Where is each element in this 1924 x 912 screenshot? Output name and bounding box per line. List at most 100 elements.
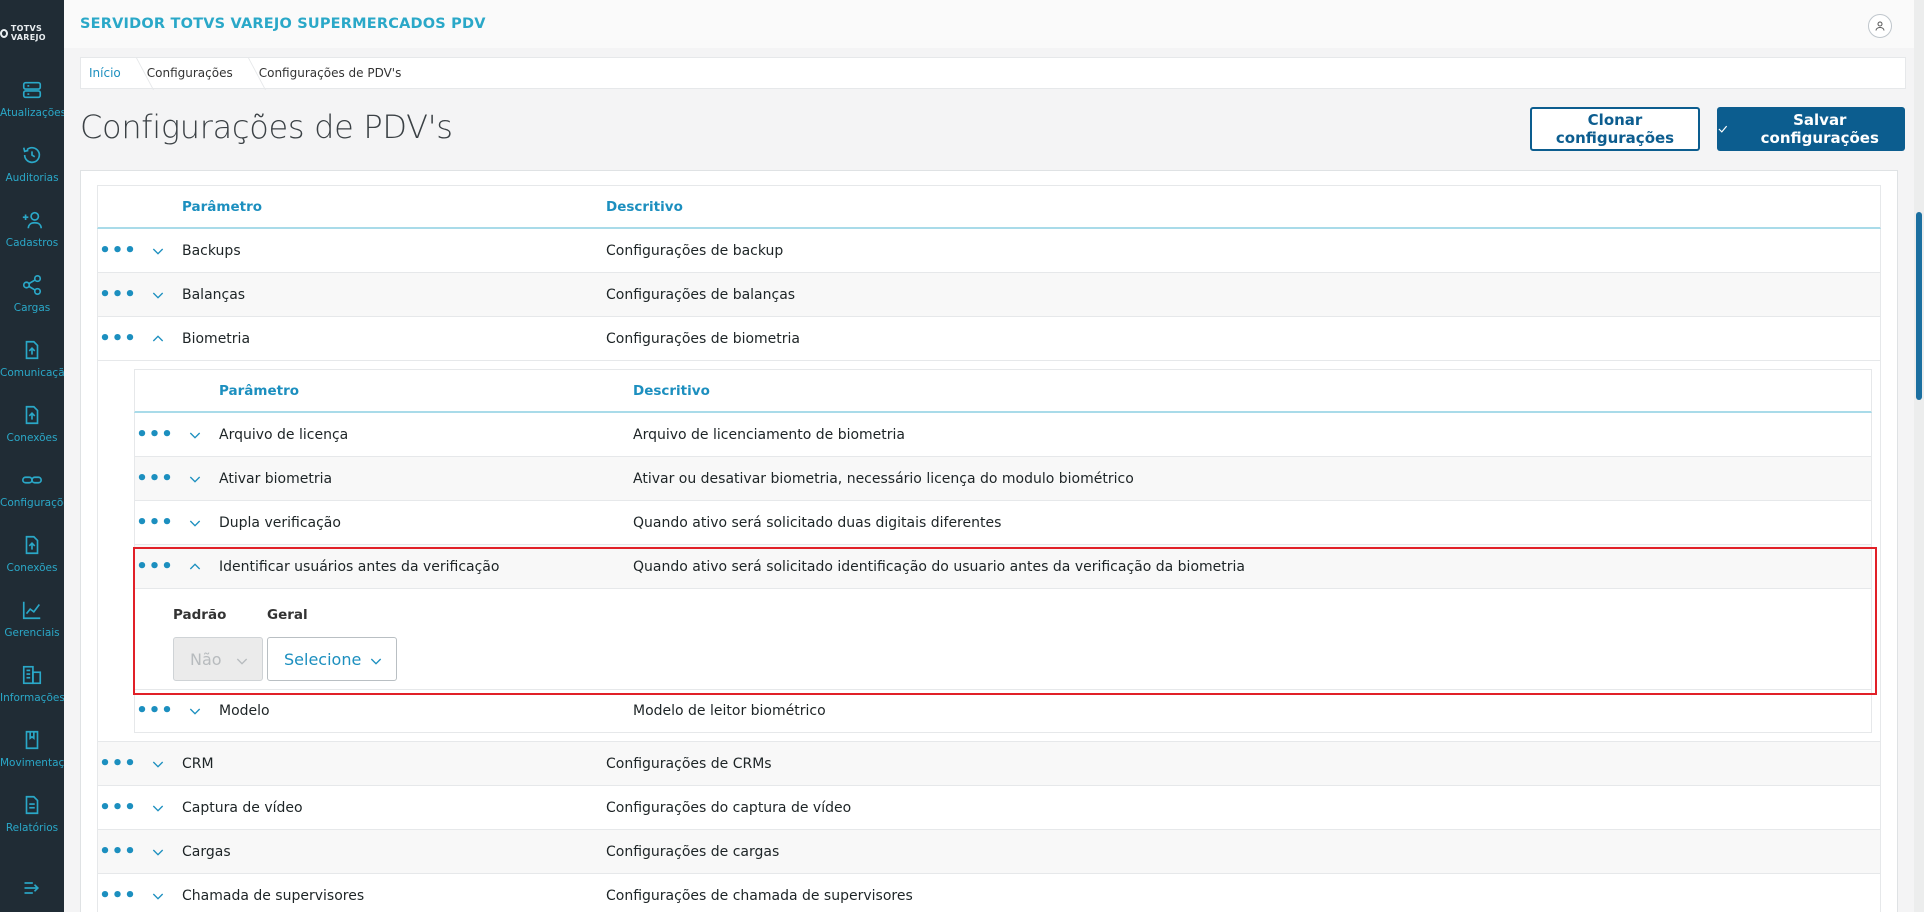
collapse-menu-button[interactable] bbox=[0, 878, 64, 898]
document-icon bbox=[25, 795, 39, 814]
row-actions-icon[interactable]: ••• bbox=[99, 285, 137, 303]
sidebar-item-label: Auditorias bbox=[5, 171, 59, 184]
nested-row-arquivo-licenca[interactable]: ••• Arquivo de licença Arquivo de licenc… bbox=[134, 413, 1872, 457]
row-actions-icon[interactable]: ••• bbox=[99, 886, 137, 904]
sidebar-item-atualizacoes[interactable]: Atualizações bbox=[0, 66, 64, 131]
biometria-nested-panel: Parâmetro Descritivo ••• Arquivo de lice… bbox=[97, 361, 1881, 742]
sidebar-item-relatorios[interactable]: Relatórios bbox=[0, 781, 64, 846]
upload-file-icon bbox=[25, 535, 39, 554]
nested-row-ativar-biometria[interactable]: ••• Ativar biometria Ativar ou desativar… bbox=[134, 457, 1872, 501]
share-icon bbox=[22, 274, 42, 295]
sidebar-item-label: Conexões bbox=[6, 561, 58, 574]
scrollbar-thumb[interactable] bbox=[1916, 212, 1922, 400]
row-actions-icon[interactable]: ••• bbox=[99, 329, 137, 347]
sidebar-item-auditorias[interactable]: Auditorias bbox=[0, 131, 64, 196]
chevron-down-icon[interactable] bbox=[150, 243, 166, 259]
table-row-chamada-supervisores[interactable]: ••• Chamada de supervisores Configuraçõe… bbox=[97, 874, 1881, 912]
upload-file-icon bbox=[25, 405, 39, 424]
row-param: Biometria bbox=[182, 330, 251, 347]
chevron-down-icon bbox=[370, 658, 382, 665]
table-row-captura-video[interactable]: ••• Captura de vídeo Configurações do ca… bbox=[97, 786, 1881, 830]
row-desc: Quando ativo será solicitado identificaç… bbox=[633, 558, 1245, 575]
row-desc: Configurações de chamada de supervisores bbox=[606, 887, 913, 904]
chevron-down-icon[interactable] bbox=[187, 703, 203, 719]
book-icon bbox=[25, 730, 39, 749]
default-label: Padrão bbox=[173, 607, 227, 623]
sidebar-item-comunicacao[interactable]: Comunicação bbox=[0, 326, 64, 391]
sidebar-item-label: Gerenciais bbox=[4, 626, 60, 639]
general-label: Geral bbox=[267, 607, 308, 623]
table-row-backups[interactable]: ••• Backups Configurações de backup bbox=[97, 229, 1881, 273]
sidebar-item-gerenciais[interactable]: Gerenciais bbox=[0, 586, 64, 651]
nested-row-modelo[interactable]: ••• Modelo Modelo de leitor biométrico bbox=[134, 689, 1872, 733]
sidebar-item-configuracoes[interactable]: Configurações bbox=[0, 456, 64, 521]
row-actions-icon[interactable]: ••• bbox=[136, 469, 174, 487]
sidebar-item-cargas[interactable]: Cargas bbox=[0, 261, 64, 326]
breadcrumb-configuracoes[interactable]: Configurações bbox=[139, 58, 251, 88]
row-param: Cargas bbox=[182, 843, 231, 860]
row-desc: Arquivo de licenciamento de biometria bbox=[633, 426, 906, 443]
row-desc: Quando ativo será solicitado duas digita… bbox=[633, 514, 1002, 531]
row-desc: Configurações de CRMs bbox=[606, 755, 772, 772]
sidebar-item-label: Conexões bbox=[6, 431, 58, 444]
row-param: Arquivo de licença bbox=[219, 426, 349, 443]
chevron-down-icon[interactable] bbox=[187, 515, 203, 531]
row-actions-icon[interactable]: ••• bbox=[136, 702, 174, 720]
chevron-up-icon[interactable] bbox=[187, 559, 203, 575]
column-header-desc[interactable]: Descritivo bbox=[606, 199, 1880, 215]
chevron-down-icon[interactable] bbox=[150, 756, 166, 772]
row-actions-icon[interactable]: ••• bbox=[99, 798, 137, 816]
user-profile-button[interactable] bbox=[1868, 14, 1892, 38]
nested-column-header-desc[interactable]: Descritivo bbox=[633, 383, 1871, 399]
row-param: Captura de vídeo bbox=[182, 799, 303, 816]
sidebar-item-conexoes[interactable]: Conexões bbox=[0, 391, 64, 456]
chevron-down-icon[interactable] bbox=[150, 844, 166, 860]
sidebar-item-label: Cadastros bbox=[5, 236, 59, 249]
sidebar-item-conexoes-2[interactable]: Conexões bbox=[0, 521, 64, 586]
chevron-up-icon[interactable] bbox=[150, 331, 166, 347]
chevron-down-icon[interactable] bbox=[150, 800, 166, 816]
chevron-down-icon[interactable] bbox=[150, 287, 166, 303]
save-configurations-button[interactable]: Salvar configurações bbox=[1717, 107, 1905, 151]
row-desc: Modelo de leitor biométrico bbox=[633, 703, 826, 719]
user-icon bbox=[1875, 21, 1885, 31]
sidebar-item-informacoes[interactable]: Informações bbox=[0, 651, 64, 716]
sidebar-item-cadastros[interactable]: Cadastros bbox=[0, 196, 64, 261]
row-actions-icon[interactable]: ••• bbox=[136, 557, 174, 575]
collapse-menu-icon bbox=[24, 882, 40, 894]
history-icon bbox=[22, 146, 41, 163]
sidebar-item-movimentacoes[interactable]: Movimentações bbox=[0, 716, 64, 781]
row-desc: Configurações de cargas bbox=[606, 843, 780, 860]
row-desc: Ativar ou desativar biometria, necessári… bbox=[633, 470, 1134, 487]
row-actions-icon[interactable]: ••• bbox=[99, 754, 137, 772]
nested-row-identificar-usuarios[interactable]: ••• Identificar usuários antes da verifi… bbox=[134, 545, 1872, 589]
general-value-select[interactable]: Selecione bbox=[267, 637, 397, 681]
chevron-down-icon[interactable] bbox=[187, 427, 203, 443]
sidebar-item-label: Informações bbox=[0, 691, 64, 704]
chevron-down-icon[interactable] bbox=[187, 471, 203, 487]
row-param: Identificar usuários antes da verificaçã… bbox=[219, 558, 500, 575]
breadcrumb: Início Configurações Configurações de PD… bbox=[80, 57, 1906, 89]
nested-column-header-param[interactable]: Parâmetro bbox=[215, 383, 633, 399]
link-icon bbox=[22, 475, 42, 484]
table-row-crm[interactable]: ••• CRM Configurações de CRMs bbox=[97, 742, 1881, 786]
row-actions-icon[interactable]: ••• bbox=[136, 513, 174, 531]
page-scrollbar[interactable] bbox=[1914, 0, 1924, 912]
clone-configurations-button[interactable]: Clonar configurações bbox=[1530, 107, 1700, 151]
sidebar-item-label: Configurações bbox=[0, 496, 64, 509]
table-row-biometria[interactable]: ••• Biometria Configurações de biometria bbox=[97, 317, 1881, 361]
sidebar-item-label: Cargas bbox=[13, 301, 51, 314]
row-actions-icon[interactable]: ••• bbox=[99, 241, 137, 259]
sidebar: TOTVS VAREJO Atualizações Auditorias Cad… bbox=[0, 0, 64, 912]
breadcrumb-inicio[interactable]: Início bbox=[81, 58, 139, 88]
row-actions-icon[interactable]: ••• bbox=[136, 425, 174, 443]
column-header-param[interactable]: Parâmetro bbox=[178, 199, 606, 215]
table-row-cargas[interactable]: ••• Cargas Configurações de cargas bbox=[97, 830, 1881, 874]
row-actions-icon[interactable]: ••• bbox=[99, 842, 137, 860]
chevron-down-icon[interactable] bbox=[150, 888, 166, 904]
chart-icon bbox=[22, 601, 41, 619]
table-row-balancas[interactable]: ••• Balanças Configurações de balanças bbox=[97, 273, 1881, 317]
breadcrumb-current: Configurações de PDV's bbox=[258, 66, 402, 80]
upload-file-icon bbox=[25, 340, 39, 359]
nested-row-dupla-verificacao[interactable]: ••• Dupla verificação Quando ativo será … bbox=[134, 501, 1872, 545]
